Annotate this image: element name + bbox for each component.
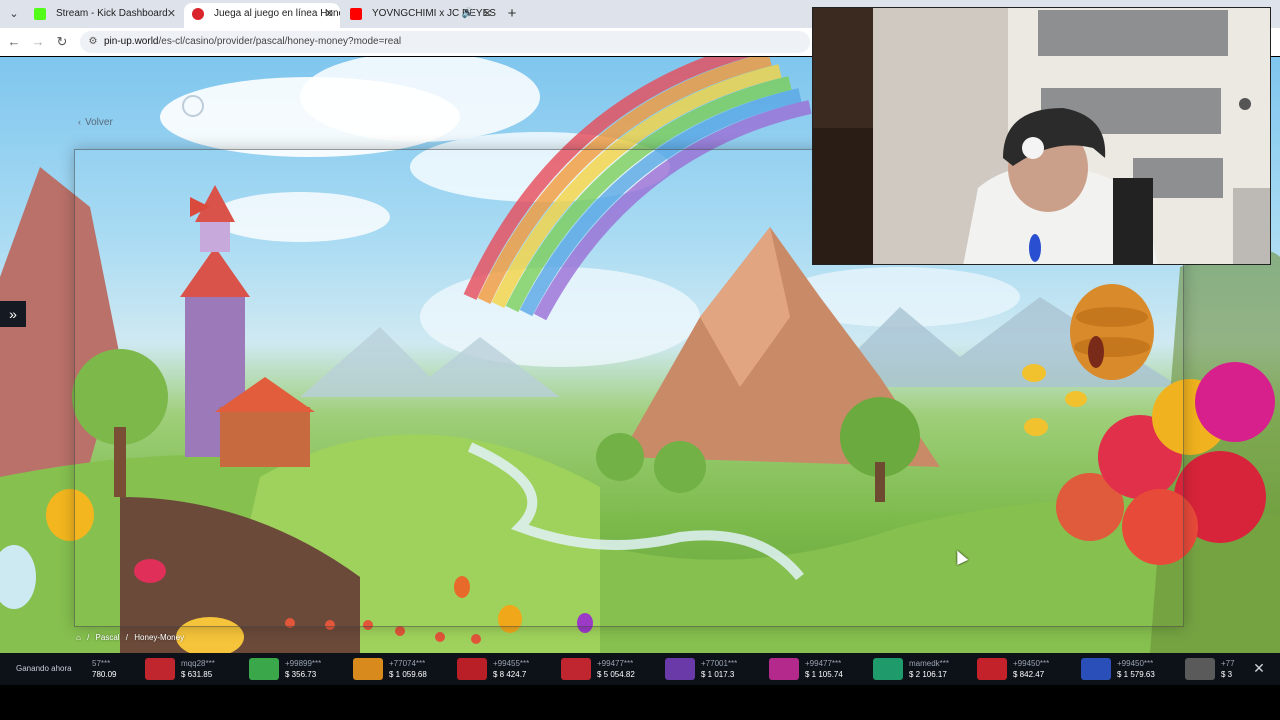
winner-user: +99477*** xyxy=(805,659,842,668)
winner-user: +77001*** xyxy=(701,659,738,668)
breadcrumb-game: Honey-Money xyxy=(134,633,185,642)
forward-arrow-icon[interactable]: → xyxy=(28,32,48,52)
close-icon[interactable]: ✕ xyxy=(1250,659,1268,677)
winner-amount: $ 1 017.3 xyxy=(701,670,735,679)
tab-youtube[interactable]: YOVNGCHIMI x JC REYES - 🔊 ✕ xyxy=(342,3,498,25)
tab-title: Juega al juego en línea Honey- xyxy=(214,8,340,19)
winner-amount: $ 8 424.7 xyxy=(493,670,527,679)
winner-item[interactable]: +99477*** $ 5 054.82 xyxy=(561,656,665,682)
game-thumbnail xyxy=(249,658,279,680)
reload-icon[interactable]: ↻ xyxy=(52,32,72,52)
winners-ticker: Ganando ahora 57*** 780.09 mqq28*** $ 63… xyxy=(0,653,1280,685)
game-thumbnail xyxy=(665,658,695,680)
breadcrumb-separator: / xyxy=(125,633,129,642)
loading-spinner-icon xyxy=(182,95,204,117)
winner-item[interactable]: +77 $ 3 xyxy=(1185,656,1239,682)
address-bar[interactable]: ⚙ pin-up.world/es-cl/casino/provider/pas… xyxy=(80,31,810,53)
winner-amount: $ 842.47 xyxy=(1013,670,1045,679)
close-tab-icon[interactable]: ✕ xyxy=(325,3,334,25)
sidebar-expand-button[interactable]: » xyxy=(0,301,26,327)
winner-amount: $ 631.85 xyxy=(181,670,213,679)
game-thumbnail xyxy=(561,658,591,680)
game-thumbnail xyxy=(353,658,383,680)
home-icon[interactable]: ⌂ xyxy=(76,633,81,642)
back-arrow-icon[interactable]: ← xyxy=(4,32,24,52)
winner-item[interactable]: +99899*** $ 356.73 xyxy=(249,656,353,682)
winner-user: 57*** xyxy=(92,659,111,668)
winner-item[interactable]: +99450*** $ 1 579.63 xyxy=(1081,656,1185,682)
audio-playing-icon[interactable]: 🔊 xyxy=(462,3,474,25)
winner-item[interactable]: +77074*** $ 1 059.68 xyxy=(353,656,457,682)
url-text: pin-up.world/es-cl/casino/provider/pasca… xyxy=(104,36,402,47)
streamer-webcam-image xyxy=(813,8,1270,264)
chevron-left-icon: ‹ xyxy=(78,117,81,127)
tab-title: YOVNGCHIMI x JC REYES - xyxy=(372,8,498,19)
webcam-overlay xyxy=(812,7,1271,265)
breadcrumb-provider[interactable]: Pascal xyxy=(96,633,120,642)
winner-user: mamedk*** xyxy=(909,659,950,668)
winner-amount: $ 1 579.63 xyxy=(1117,670,1155,679)
tab-kick-dashboard[interactable]: Stream - Kick Dashboard ✕ xyxy=(26,3,182,25)
winner-amount: 780.09 xyxy=(92,670,117,679)
youtube-favicon-icon xyxy=(350,8,362,20)
winner-user: +99477*** xyxy=(597,659,634,668)
winner-user: +99455*** xyxy=(493,659,530,668)
tab-search-icon[interactable]: ⌄ xyxy=(4,4,24,24)
winner-item[interactable]: mqq28*** $ 631.85 xyxy=(145,656,249,682)
winner-amount: $ 1 059.68 xyxy=(389,670,427,679)
kick-favicon-icon xyxy=(34,8,46,20)
winner-item[interactable]: mamedk*** $ 2 106.17 xyxy=(873,656,977,682)
winner-item[interactable]: +99455*** $ 8 424.7 xyxy=(457,656,561,682)
winner-item[interactable]: +77001*** $ 1 017.3 xyxy=(665,656,769,682)
game-thumbnail xyxy=(1081,658,1111,680)
winner-user: +99450*** xyxy=(1013,659,1050,668)
winner-user: +99899*** xyxy=(285,659,322,668)
game-thumbnail xyxy=(457,658,487,680)
winner-item[interactable]: +99450*** $ 842.47 xyxy=(977,656,1081,682)
winner-amount: $ 3 xyxy=(1221,670,1233,679)
breadcrumb-separator: / xyxy=(87,633,90,642)
browser-window: ⌄ Stream - Kick Dashboard ✕ Juega al jue… xyxy=(0,0,1280,720)
game-thumbnail xyxy=(1185,658,1215,680)
winner-user: +77 xyxy=(1221,659,1235,668)
pinup-favicon-icon xyxy=(192,8,204,20)
new-tab-button[interactable]: + xyxy=(504,4,520,24)
game-thumbnail xyxy=(873,658,903,680)
winner-amount: $ 356.73 xyxy=(285,670,317,679)
winner-user: mqq28*** xyxy=(181,659,215,668)
game-thumbnail xyxy=(977,658,1007,680)
bottom-black-bar xyxy=(0,685,1280,720)
site-info-icon[interactable]: ⚙ xyxy=(86,35,100,49)
ticker-label: Ganando ahora xyxy=(16,664,72,673)
game-thumbnail xyxy=(769,658,799,680)
tab-title: Stream - Kick Dashboard xyxy=(56,8,168,19)
winner-user: +99450*** xyxy=(1117,659,1154,668)
winner-amount: $ 5 054.82 xyxy=(597,670,635,679)
close-tab-icon[interactable]: ✕ xyxy=(483,3,492,25)
winner-amount: $ 1 105.74 xyxy=(805,670,843,679)
breadcrumb: ⌂ / Pascal / Honey-Money xyxy=(76,633,188,642)
back-link[interactable]: ‹ Volver xyxy=(78,117,113,128)
winner-amount: $ 2 106.17 xyxy=(909,670,947,679)
winner-user: +77074*** xyxy=(389,659,426,668)
tab-honey-money[interactable]: Juega al juego en línea Honey- ✕ xyxy=(184,3,340,28)
winner-item[interactable]: +99477*** $ 1 105.74 xyxy=(769,656,873,682)
game-thumbnail xyxy=(145,658,175,680)
close-tab-icon[interactable]: ✕ xyxy=(167,3,176,25)
